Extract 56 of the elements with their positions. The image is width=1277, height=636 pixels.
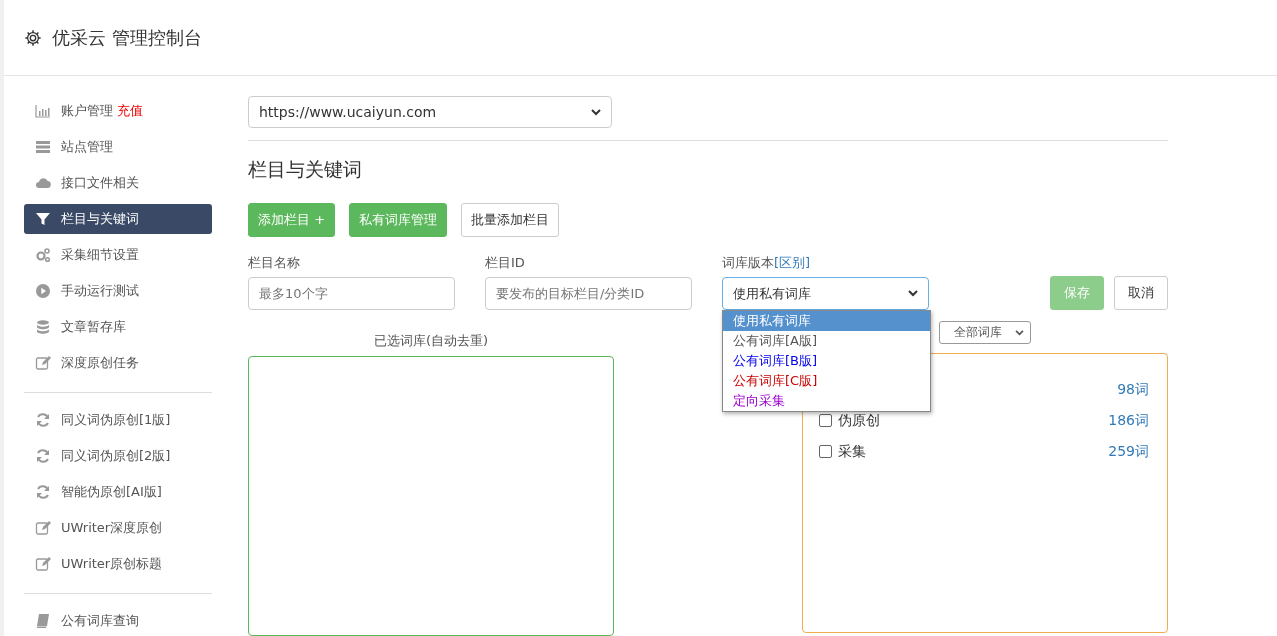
- sidebar-item[interactable]: 栏目与关键词: [24, 204, 212, 234]
- section-title: 栏目与关键词: [248, 157, 363, 182]
- sidebar-item[interactable]: 账户管理 充值: [24, 96, 212, 126]
- database-icon: [35, 319, 51, 335]
- chevron-down-icon: [591, 108, 601, 116]
- field-label: 栏目ID: [485, 254, 526, 272]
- library-name: 采集: [838, 442, 866, 461]
- word-count: 259词: [1108, 442, 1149, 461]
- chevron-down-icon: [1015, 329, 1024, 336]
- site-select[interactable]: https://www.ucaiyun.com: [248, 96, 612, 128]
- input-field[interactable]: 要发布的目标栏目/分类ID: [485, 277, 692, 310]
- sidebar-item[interactable]: UWriter原创标题: [24, 549, 212, 579]
- sidebar-item[interactable]: 同义词伪原创[2版]: [24, 441, 212, 471]
- refresh-icon: [35, 448, 51, 464]
- sidebar-item[interactable]: 公有词库查询: [24, 606, 212, 636]
- cancel-button[interactable]: 取消: [1114, 276, 1168, 310]
- play-icon: [35, 283, 51, 299]
- word-count: 186词: [1108, 411, 1149, 430]
- dropdown-option[interactable]: 公有词库[A版]: [723, 331, 930, 351]
- library-select[interactable]: 使用私有词库: [722, 277, 929, 310]
- sidebar-item[interactable]: UWriter深度原创: [24, 513, 212, 543]
- dropdown-option[interactable]: 公有词库[B版]: [723, 351, 930, 371]
- chart-icon: [35, 103, 51, 119]
- edit-icon: [35, 520, 51, 536]
- sidebar-item[interactable]: 站点管理: [24, 132, 212, 162]
- dropdown-option[interactable]: 定向采集: [723, 391, 930, 411]
- sidebar-item[interactable]: 接口文件相关: [24, 168, 212, 198]
- checkbox[interactable]: [819, 445, 832, 458]
- field-label: 词库版本: [722, 254, 774, 272]
- sidebar-item[interactable]: 文章暂存库: [24, 312, 212, 342]
- refresh-icon: [35, 412, 51, 428]
- book-icon: [35, 613, 51, 629]
- input-field[interactable]: 最多10个字: [248, 277, 455, 310]
- difference-link[interactable]: [区别]: [774, 254, 811, 272]
- sidebar-item[interactable]: 智能伪原创[AI版]: [24, 477, 212, 507]
- edit-icon: [35, 556, 51, 572]
- word-count: 98词: [1117, 380, 1149, 399]
- sidebar-item[interactable]: 同义词伪原创[1版]: [24, 405, 212, 435]
- action-button[interactable]: 批量添加栏目: [461, 203, 560, 237]
- server-icon: [35, 139, 51, 155]
- panel-title: 已选词库(自动去重): [373, 332, 489, 350]
- console-title: 优采云 管理控制台: [52, 25, 202, 50]
- edit-icon: [35, 355, 51, 371]
- settings-icon: [24, 28, 42, 47]
- dropdown-option[interactable]: 公有词库[C版]: [723, 371, 930, 391]
- chevron-down-icon: [908, 290, 918, 297]
- checkbox[interactable]: [819, 414, 832, 427]
- refresh-icon: [35, 484, 51, 500]
- sidebar-item[interactable]: 深度原创任务: [24, 348, 212, 378]
- sidebar-item[interactable]: 手动运行测试: [24, 276, 212, 306]
- field-label: 栏目名称: [248, 254, 301, 272]
- filter-icon: [35, 211, 51, 227]
- sidebar-item[interactable]: 采集细节设置: [24, 240, 212, 270]
- cloud-icon: [35, 175, 51, 191]
- library-name: 伪原创: [838, 411, 880, 430]
- library-filter-select[interactable]: 全部词库: [939, 321, 1031, 344]
